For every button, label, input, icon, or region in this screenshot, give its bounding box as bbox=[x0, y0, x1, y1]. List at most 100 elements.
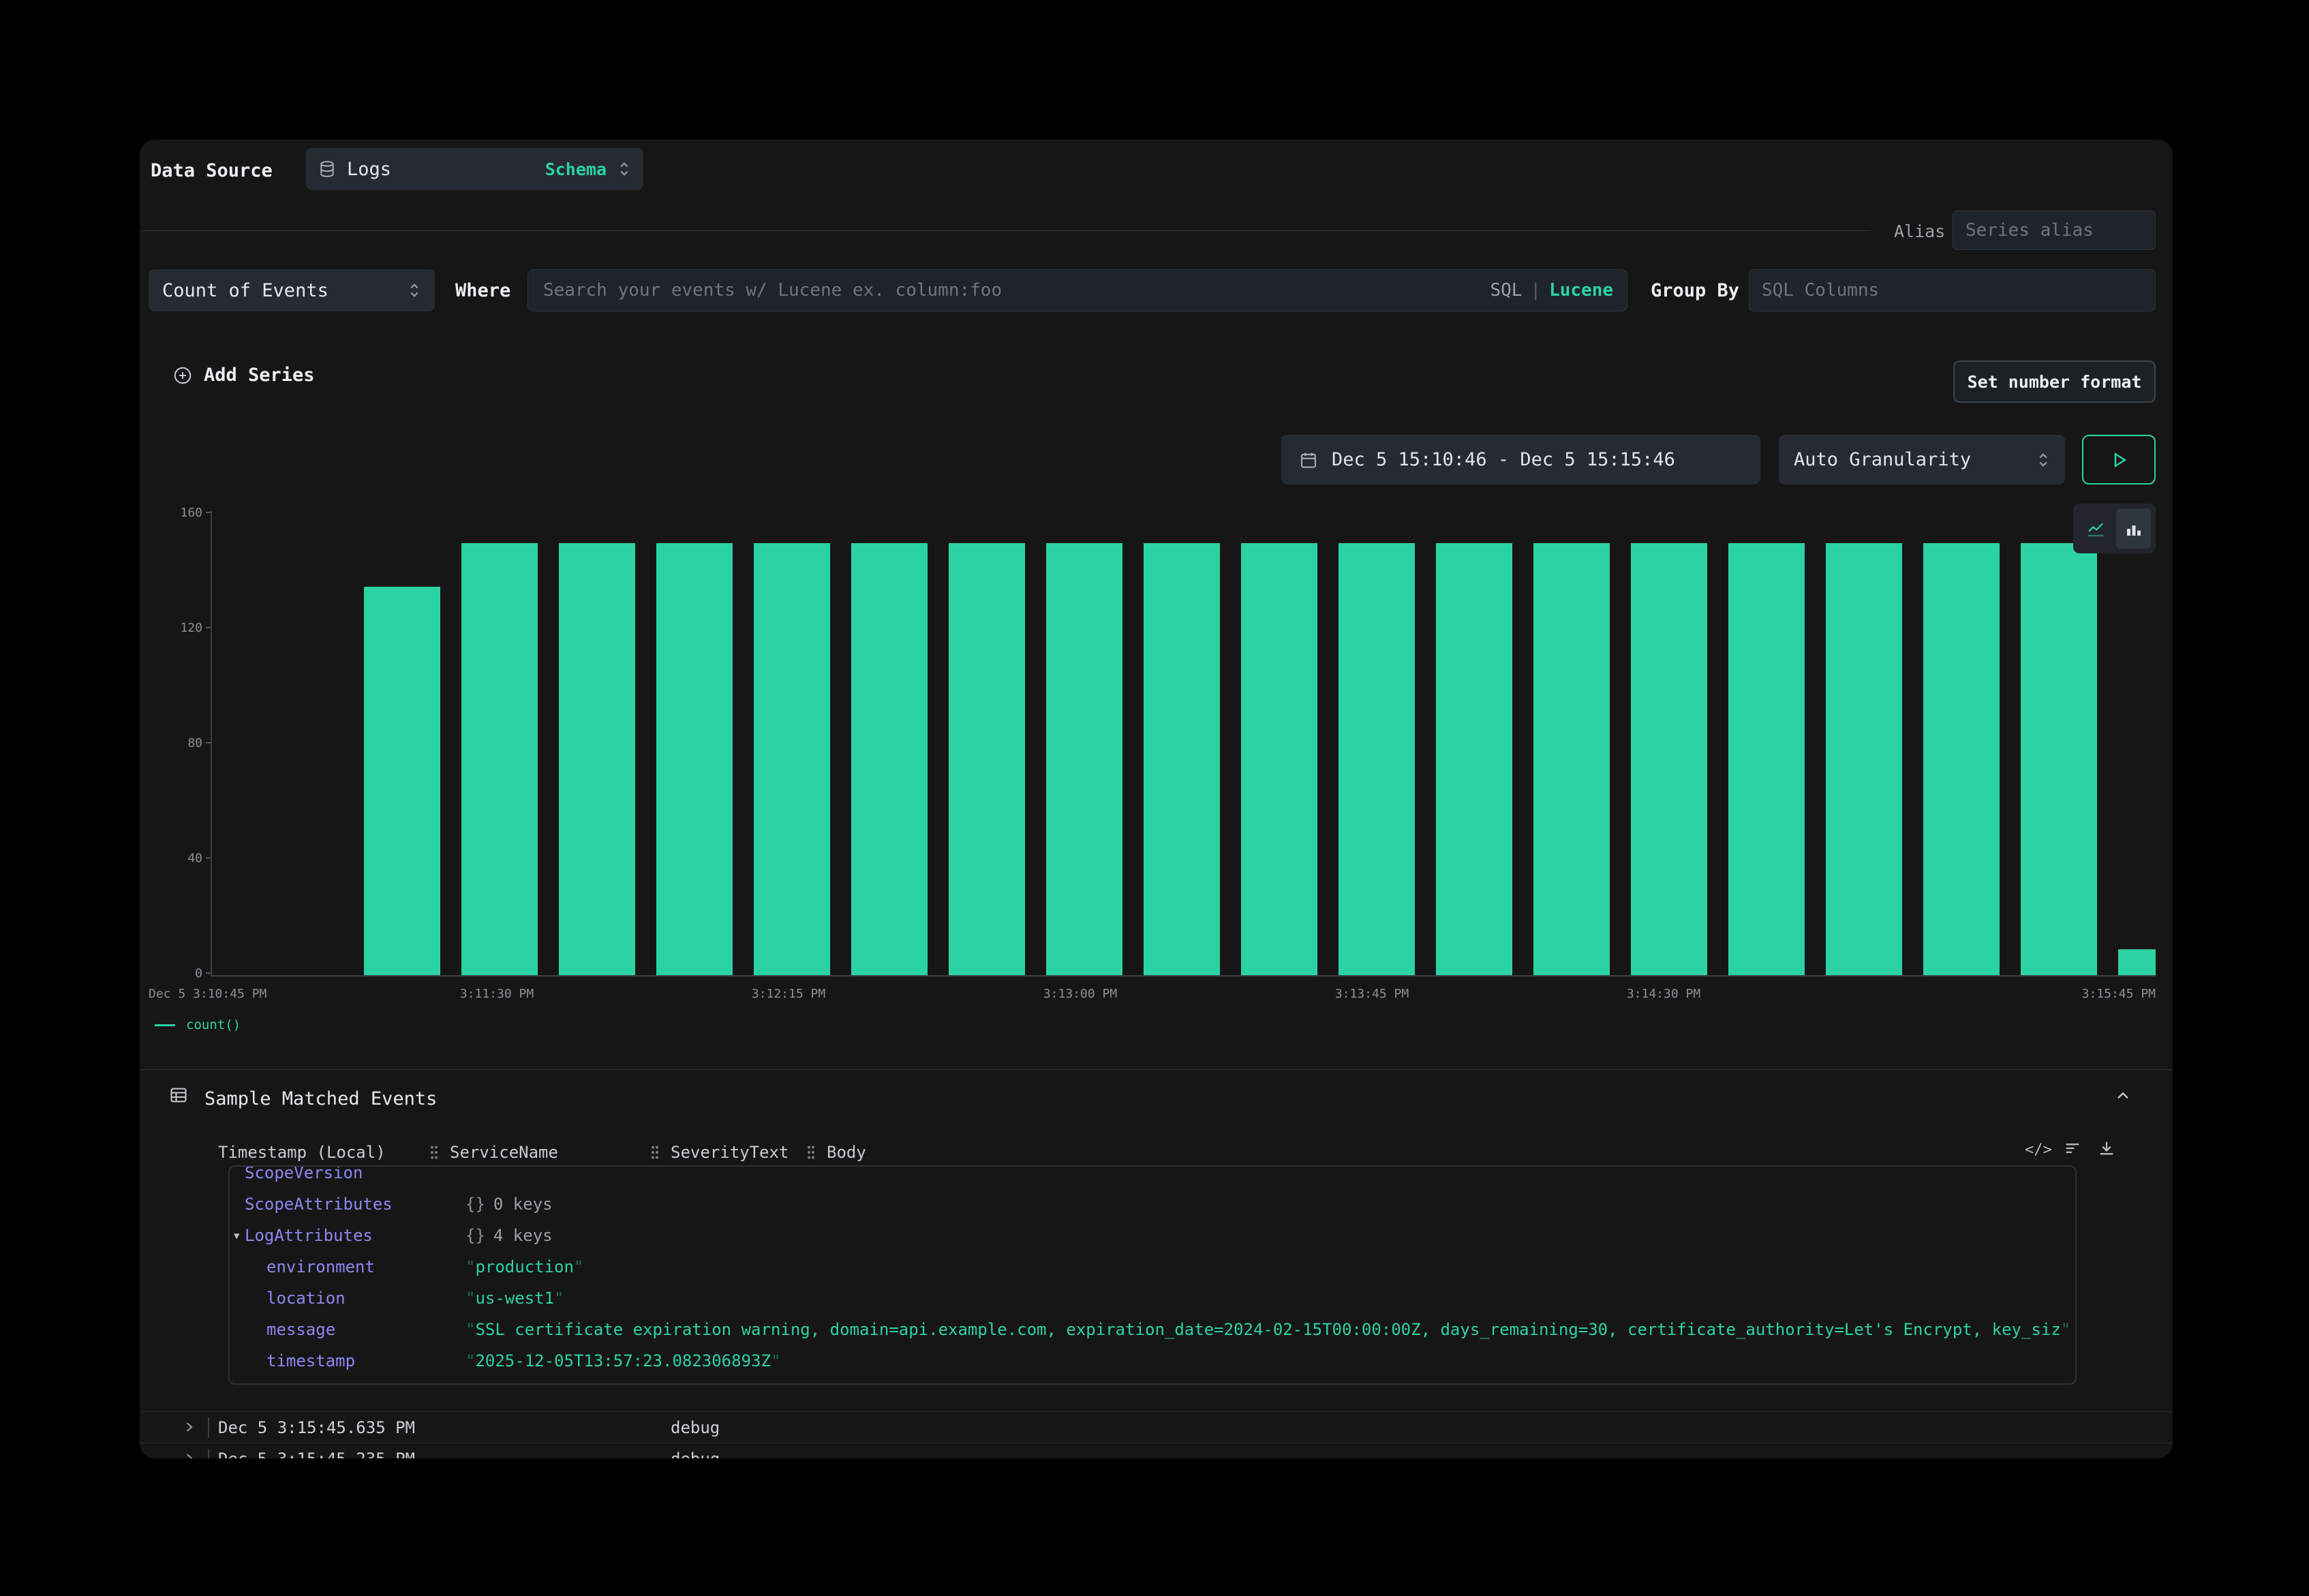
json-row: ScopeVersion bbox=[230, 1165, 2075, 1188]
chevron-updown-icon bbox=[408, 281, 421, 299]
language-toggle: SQL | Lucene bbox=[1490, 280, 1613, 301]
y-axis-tick: 120 bbox=[140, 621, 202, 635]
bar bbox=[1339, 543, 1415, 975]
braces-icon: {} bbox=[465, 1195, 485, 1214]
alias-label: Alias bbox=[1894, 221, 1945, 241]
view-source-button[interactable]: </> bbox=[2025, 1141, 2052, 1158]
bar bbox=[1826, 543, 1902, 975]
data-source-select[interactable]: Logs Schema bbox=[306, 148, 643, 190]
data-source-value: Logs bbox=[347, 159, 391, 180]
json-row: environment "production" bbox=[230, 1251, 2075, 1283]
bar bbox=[1923, 543, 2000, 975]
braces-icon: {} bbox=[465, 1226, 485, 1245]
add-series-button[interactable]: Add Series bbox=[172, 365, 315, 386]
chevron-right-icon[interactable] bbox=[182, 1419, 196, 1437]
event-row[interactable]: Dec 5 3:15:45.635 PM debug bbox=[140, 1411, 2173, 1443]
event-severity: debug bbox=[671, 1418, 720, 1437]
json-key[interactable]: location bbox=[266, 1283, 346, 1314]
collapse-section-button[interactable] bbox=[2113, 1087, 2132, 1109]
x-axis-tick: 3:11:30 PM bbox=[460, 987, 534, 1001]
json-row: ▼ LogAttributes {}4 keys bbox=[230, 1220, 2075, 1251]
json-row: timestamp "2025-12-05T13:57:23.082306893… bbox=[230, 1345, 2075, 1377]
aggregate-select[interactable]: Count of Events bbox=[149, 269, 435, 311]
bar bbox=[1728, 543, 1805, 975]
chart-legend: count() bbox=[155, 1017, 241, 1032]
json-value: "production" bbox=[465, 1251, 2070, 1283]
severity-indicator bbox=[208, 1417, 209, 1438]
json-row: location "us-west1" bbox=[230, 1283, 2075, 1314]
x-axis-tick: 3:12:15 PM bbox=[752, 987, 825, 1001]
bar-chart-toggle[interactable] bbox=[2116, 508, 2151, 549]
events-section-title: Sample Matched Events bbox=[204, 1088, 437, 1109]
legend-label: count() bbox=[186, 1017, 241, 1032]
bar bbox=[1144, 543, 1220, 975]
event-severity: debug bbox=[671, 1449, 720, 1458]
bar bbox=[2118, 949, 2156, 975]
legend-swatch bbox=[155, 1024, 175, 1026]
expand-triangle-icon[interactable]: ▼ bbox=[234, 1221, 239, 1252]
json-row: message "SSL certificate expiration warn… bbox=[230, 1314, 2075, 1345]
bar bbox=[559, 543, 635, 975]
y-axis-tick: 160 bbox=[140, 506, 202, 520]
json-key[interactable]: ScopeAttributes bbox=[245, 1188, 393, 1220]
chevron-updown-icon bbox=[2036, 451, 2050, 469]
column-header-body[interactable]: Body bbox=[827, 1143, 866, 1162]
group-by-label: Group By bbox=[1651, 269, 1739, 311]
json-row: ScopeAttributes {}0 keys bbox=[230, 1188, 2075, 1220]
event-timestamp: Dec 5 3:15:45.635 PM bbox=[218, 1418, 415, 1437]
x-axis-tick: 3:13:45 PM bbox=[1335, 987, 1409, 1001]
granularity-value: Auto Granularity bbox=[1794, 449, 1971, 470]
schema-link[interactable]: Schema bbox=[545, 159, 607, 179]
y-axis-tick: 80 bbox=[140, 736, 202, 750]
x-axis-tick: Dec 5 3:10:45 PM bbox=[149, 987, 266, 1001]
json-value: "2025-12-05T13:57:23.082306893Z" bbox=[465, 1345, 2070, 1377]
bar bbox=[1436, 543, 1512, 975]
json-key[interactable]: environment bbox=[266, 1251, 375, 1283]
json-key[interactable]: ScopeVersion bbox=[245, 1165, 363, 1188]
column-header-severitytext[interactable]: SeverityText bbox=[671, 1143, 789, 1162]
drag-handle-icon[interactable] bbox=[806, 1144, 816, 1163]
json-key[interactable]: timestamp bbox=[266, 1345, 355, 1377]
toggle-separator: | bbox=[1530, 280, 1541, 301]
data-source-label: Data Source bbox=[151, 160, 273, 181]
search-field-wrap: SQL | Lucene bbox=[527, 269, 1627, 311]
download-icon bbox=[2097, 1139, 2116, 1158]
line-chart-icon bbox=[2085, 519, 2106, 539]
table-icon bbox=[169, 1086, 188, 1107]
drag-handle-icon[interactable] bbox=[429, 1144, 440, 1163]
drag-handle-icon[interactable] bbox=[649, 1144, 660, 1163]
time-range-picker[interactable]: Dec 5 15:10:46 - Dec 5 15:15:46 bbox=[1281, 435, 1760, 485]
granularity-select[interactable]: Auto Granularity bbox=[1779, 435, 2065, 485]
search-input[interactable] bbox=[542, 279, 1490, 301]
line-chart-toggle[interactable] bbox=[2078, 508, 2113, 549]
bar bbox=[1241, 543, 1317, 975]
column-header-timestamp[interactable]: Timestamp (Local) bbox=[218, 1143, 386, 1162]
bar bbox=[1533, 543, 1610, 975]
chevron-up-icon bbox=[2113, 1087, 2132, 1106]
sql-toggle[interactable]: SQL bbox=[1490, 280, 1522, 301]
x-axis-tick: 3:15:45 PM bbox=[2082, 987, 2156, 1001]
chevron-right-icon[interactable] bbox=[182, 1451, 196, 1458]
bar bbox=[2021, 543, 2097, 975]
set-number-format-button[interactable]: Set number format bbox=[1953, 360, 2156, 403]
column-header-servicename[interactable]: ServiceName bbox=[450, 1143, 558, 1162]
y-axis-tick: 40 bbox=[140, 851, 202, 865]
divider bbox=[140, 230, 1871, 231]
bar bbox=[656, 543, 733, 975]
json-value: "us-west1" bbox=[465, 1283, 2070, 1314]
severity-indicator bbox=[208, 1449, 209, 1458]
group-by-input[interactable] bbox=[1749, 269, 2156, 311]
add-series-label: Add Series bbox=[204, 365, 315, 386]
alias-input[interactable] bbox=[1953, 211, 2156, 250]
x-axis-tick: 3:14:30 PM bbox=[1627, 987, 1700, 1001]
lucene-toggle[interactable]: Lucene bbox=[1549, 280, 1613, 301]
json-meta: {}0 keys bbox=[465, 1188, 553, 1220]
download-button[interactable] bbox=[2097, 1139, 2116, 1161]
plus-circle-icon bbox=[172, 365, 193, 386]
aggregate-value: Count of Events bbox=[162, 280, 328, 301]
run-query-button[interactable] bbox=[2082, 435, 2156, 485]
event-row[interactable]: Dec 5 3:15:45.235 PM debug bbox=[140, 1443, 2173, 1458]
row-density-button[interactable] bbox=[2063, 1139, 2082, 1161]
json-key[interactable]: LogAttributes bbox=[245, 1220, 373, 1251]
json-key[interactable]: message bbox=[266, 1314, 335, 1345]
